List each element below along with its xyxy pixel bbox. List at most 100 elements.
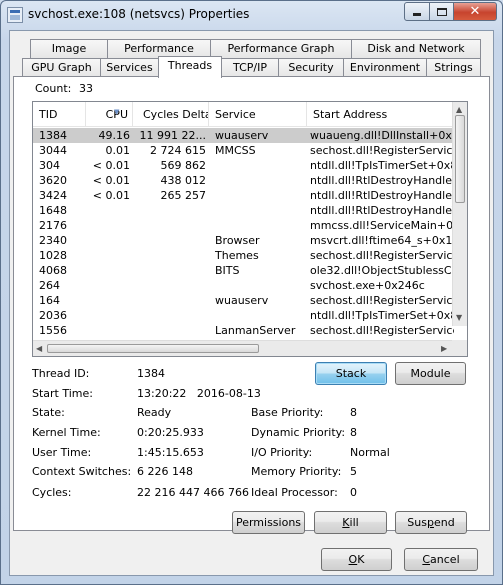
column-header-tid[interactable]: TID [33,102,86,127]
cell-service [209,203,307,218]
column-header-cpu[interactable]: ▼ CPU [86,102,133,127]
cell-start-address: svchost.exe+0x246c [310,279,425,292]
kernel-time-value: 0:20:25.933 [137,426,204,439]
cell-service: BITS [215,264,240,277]
cell-start-address: sechost.dll!RegisterServiceCtr [310,249,454,262]
cell-service: Browser [215,234,260,247]
cell-start-address: wuaueng.dll!DllInstall+0x5860 [310,129,454,142]
title-bar[interactable]: svchost.exe:108 (netsvcs) Properties ✕ [1,1,502,29]
cell-cycles-delta [133,248,209,263]
vertical-scrollbar[interactable]: ▲ ▼ [452,102,467,326]
cell-cpu: < 0.01 [92,159,130,172]
cell-tid: 1384 [39,129,67,142]
count-label: Count: [35,82,72,95]
table-row[interactable]: 4068 BITS ole32.dll!ObjectStublessClient [33,263,454,278]
table-row[interactable]: 2340 Browser msvcrt.dll!ftime64_s+0x180 [33,233,454,248]
table-row[interactable]: 304 < 0.01 569 862 ntdll.dll!TpIsTimerSet+0… [33,158,454,173]
count-value: 33 [79,82,93,95]
table-row[interactable]: 2176 mmcss.dll!ServiceMain+0x6ac [33,218,454,233]
cell-cycles-delta [133,293,209,308]
cell-cpu [86,323,133,338]
cell-service: wuauserv [215,294,269,307]
tab-threads[interactable]: Threads [158,56,222,78]
table-row[interactable]: 1028 Themes sechost.dll!RegisterServiceCtr [33,248,454,263]
horizontal-scrollbar[interactable]: ◀ ▶ [33,340,454,356]
column-header-start-address[interactable]: Start Address [307,102,467,127]
table-row[interactable]: 164 wuauserv sechost.dll!RegisterServiceCt… [33,293,454,308]
scroll-left-icon[interactable]: ◀ [36,344,42,354]
ideal-processor-label: Ideal Processor: [251,486,338,499]
table-row[interactable]: 3424 < 0.01 265 257 ntdll.dll!RtlDestroyHan… [33,188,454,203]
cell-start-address: msvcrt.dll!ftime64_s+0x180 [310,234,454,247]
kill-label-accel: K [342,516,350,529]
cancel-label-accel: C [422,553,431,566]
cell-cycles-delta [133,323,209,338]
kill-label-post: ill [349,516,359,529]
tab-disk-and-network[interactable]: Disk and Network [351,39,481,58]
cell-tid: 2176 [39,219,67,232]
threads-list[interactable]: TID ▼ CPU Cycles Delta Service Start Add… [32,101,468,357]
state-label: State: [32,406,65,419]
tab-environment[interactable]: Environment [343,58,427,77]
start-time-value: 13:20:22 2016-08-13 [137,387,261,400]
horizontal-scroll-thumb[interactable] [47,344,259,353]
cancel-button[interactable]: Cancel [404,548,478,571]
stack-button[interactable]: Stack [315,362,387,385]
cell-tid: 1556 [39,324,67,337]
tab-strings[interactable]: Strings [426,58,481,77]
cell-start-address: sechost.dll!RegisterServiceCtr [310,144,454,157]
tab-tcp-ip[interactable]: TCP/IP [221,58,279,77]
tab-performance-graph[interactable]: Performance Graph [210,39,352,58]
cell-start-address: sechost.dll!RegisterServiceCtr [310,294,454,307]
table-row[interactable]: 1556 LanmanServer sechost.dll!RegisterServ… [33,323,454,338]
cell-cpu [86,278,133,293]
table-row[interactable]: 1648 ntdll.dll!RtlDestroyHandleTable [33,203,454,218]
maximize-icon [436,7,447,16]
io-priority-label: I/O Priority: [251,446,313,459]
cell-tid: 164 [39,294,60,307]
cell-tid: 264 [39,279,60,292]
tab-gpu-graph[interactable]: GPU Graph [22,58,101,77]
close-button[interactable]: ✕ [453,2,497,21]
minimize-button[interactable] [404,2,430,21]
cell-service: MMCSS [215,144,256,157]
suspend-button[interactable]: Suspend [395,511,467,534]
memory-priority-label: Memory Priority: [251,465,342,478]
scroll-right-icon[interactable]: ▶ [441,344,447,354]
ok-label-accel: O [348,553,358,566]
permissions-button[interactable]: Permissions [232,511,305,534]
cell-cpu: < 0.01 [92,174,130,187]
scroll-down-icon[interactable]: ▼ [456,313,462,323]
kill-button[interactable]: Kill [314,511,387,534]
module-button[interactable]: Module [395,362,466,385]
column-header-cycles-delta[interactable]: Cycles Delta [133,102,209,127]
ok-button[interactable]: OK [321,548,392,571]
cell-service [209,308,307,323]
scroll-up-icon[interactable]: ▲ [456,105,462,115]
table-row[interactable]: 264 svchost.exe+0x246c [33,278,454,293]
cell-tid: 2036 [39,309,67,322]
cell-cpu: 49.16 [98,129,131,142]
table-row[interactable]: 2036 ntdll.dll!TpIsTimerSet+0x8a0 [33,308,454,323]
cell-cycles-delta: 438 012 [160,174,207,187]
cell-cycles-delta [133,308,209,323]
cell-cycles-delta [133,203,209,218]
cell-cpu [86,203,133,218]
tab-image[interactable]: Image [30,39,108,58]
maximize-button[interactable] [429,2,454,21]
table-row[interactable]: 3044 0.01 2 724 615 MMCSS sechost.dll!Regist… [33,143,454,158]
cell-cpu [86,248,133,263]
cell-service [209,173,307,188]
tab-security[interactable]: Security [278,58,344,77]
table-row[interactable]: 3620 < 0.01 438 012 ntdll.dll!RtlDestroyHan… [33,173,454,188]
cell-service [209,158,307,173]
app-icon [7,7,23,23]
cell-cpu [86,263,133,278]
thread-id-label: Thread ID: [32,367,90,380]
vertical-scroll-thumb[interactable] [455,115,465,203]
tab-services[interactable]: Services [100,58,159,77]
cell-service: wuauserv [215,129,269,142]
table-row[interactable]: 1384 49.16 11 991 22... wuauserv wuaueng.dll… [33,128,454,143]
cell-cpu: < 0.01 [92,189,130,202]
column-header-service[interactable]: Service [209,102,307,127]
